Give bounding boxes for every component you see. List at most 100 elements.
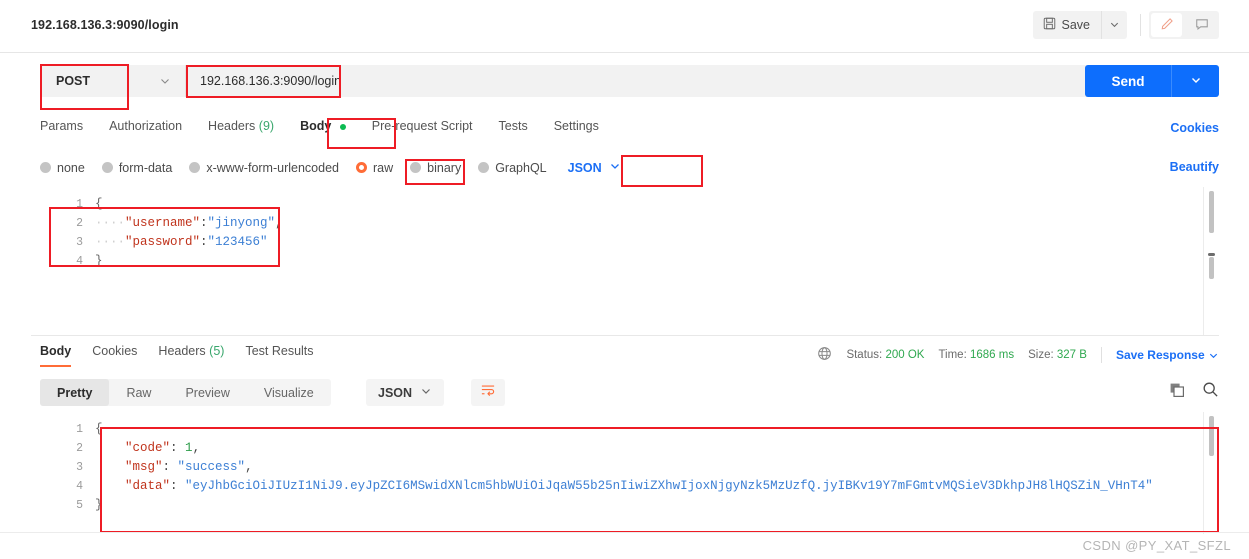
body-type-graphql[interactable]: GraphQL xyxy=(478,161,547,175)
tab-params[interactable]: Params xyxy=(40,119,96,133)
scrollbar-thumb[interactable] xyxy=(1209,191,1214,233)
tab-headers[interactable]: Headers (9) xyxy=(195,119,287,133)
request-editor-scrollbar[interactable] xyxy=(1203,187,1219,335)
response-format-select[interactable]: JSON xyxy=(366,379,445,406)
word-wrap-icon xyxy=(480,383,496,402)
response-tab-cookies[interactable]: Cookies xyxy=(92,344,137,367)
radio-icon xyxy=(410,162,422,173)
response-tab-test-results[interactable]: Test Results xyxy=(245,344,313,367)
code-token: , xyxy=(275,216,283,230)
url-input[interactable] xyxy=(185,65,1118,97)
response-body-code[interactable]: { "code": 1, "msg": "success", "data": "… xyxy=(95,412,1219,534)
code-token: ···· xyxy=(95,216,126,230)
response-tabs: Body Cookies Headers (5) Test Results xyxy=(40,344,335,367)
response-editor-scrollbar[interactable] xyxy=(1203,412,1219,534)
code-token: 1 xyxy=(185,441,193,455)
save-button[interactable]: Save xyxy=(1032,11,1101,39)
chevron-down-icon xyxy=(1208,348,1219,362)
copy-icon[interactable] xyxy=(1169,382,1185,398)
body-type-radio-group: none form-data x-www-form-urlencoded raw… xyxy=(40,158,625,177)
body-modified-dot-icon xyxy=(339,123,346,130)
body-type-none[interactable]: none xyxy=(40,161,85,175)
code-line: { xyxy=(95,420,1219,439)
chevron-down-icon xyxy=(1190,74,1202,89)
response-line-numbers: 1 2 3 4 5 xyxy=(31,412,95,534)
response-body-editor[interactable]: 1 2 3 4 5 { "code": 1, "msg": "success", "da… xyxy=(31,412,1219,534)
request-body-code[interactable]: {····"username":"jinyong", ····"password"… xyxy=(95,187,1219,335)
scrollbar-thumb[interactable] xyxy=(1209,416,1214,456)
tab-label: Headers xyxy=(158,344,206,358)
tab-label: Headers xyxy=(208,119,256,133)
code-token: : xyxy=(170,441,186,455)
size-label: Size: xyxy=(1028,349,1054,361)
code-line: ····"password":"123456" xyxy=(95,233,1219,252)
body-type-raw[interactable]: raw xyxy=(356,161,393,175)
toolbar-divider xyxy=(1140,14,1141,36)
code-token: ···· xyxy=(95,235,126,249)
response-tab-headers[interactable]: Headers (5) xyxy=(158,344,224,367)
save-options-button[interactable] xyxy=(1101,11,1127,39)
code-line: } xyxy=(95,496,1219,515)
line-number: 3 xyxy=(76,461,83,474)
body-type-form-data[interactable]: form-data xyxy=(101,161,172,175)
request-tabs-bar: Params Authorization Headers (9) Body Pr… xyxy=(0,109,1249,149)
cookies-link[interactable]: Cookies xyxy=(1170,121,1219,135)
tab-authorization[interactable]: Authorization xyxy=(96,119,195,133)
search-icon[interactable] xyxy=(1202,381,1219,398)
view-preview[interactable]: Preview xyxy=(168,379,246,406)
body-type-urlencoded[interactable]: x-www-form-urlencoded xyxy=(189,161,339,175)
tab-settings[interactable]: Settings xyxy=(541,119,612,133)
save-button-label: Save xyxy=(1061,18,1091,32)
tab-tests[interactable]: Tests xyxy=(486,119,541,133)
code-token: "username" xyxy=(125,216,201,230)
code-token: "jinyong" xyxy=(207,216,276,230)
code-token: { xyxy=(95,197,103,211)
radio-icon xyxy=(40,162,51,173)
code-line: ····"username":"jinyong", xyxy=(95,214,1219,233)
line-number: 5 xyxy=(76,499,83,512)
scrollbar-thumb-secondary[interactable] xyxy=(1209,257,1214,279)
edit-request-button[interactable] xyxy=(1151,13,1182,37)
body-type-binary[interactable]: binary xyxy=(410,161,461,175)
line-number: 3 xyxy=(76,236,83,249)
comment-icon xyxy=(1195,17,1209,34)
code-token: "msg" xyxy=(125,460,163,474)
http-method-label: POST xyxy=(56,74,91,88)
body-format-select[interactable]: JSON xyxy=(564,158,625,177)
radio-label: none xyxy=(57,160,85,175)
response-tab-body[interactable]: Body xyxy=(40,344,72,367)
view-pretty[interactable]: Pretty xyxy=(40,379,110,406)
comment-button[interactable] xyxy=(1184,11,1219,39)
view-visualize[interactable]: Visualize xyxy=(247,379,331,406)
radio-label: x-www-form-urlencoded xyxy=(206,160,339,175)
tab-label: Test Results xyxy=(245,344,314,358)
http-method-select[interactable]: POST xyxy=(40,65,185,97)
request-body-editor[interactable]: 1234 {····"username":"jinyong", ····"pass… xyxy=(31,187,1219,335)
tab-pre-request-script[interactable]: Pre-request Script xyxy=(359,119,486,133)
save-response-button[interactable]: Save Response xyxy=(1116,348,1219,362)
code-token: , xyxy=(192,441,201,455)
send-options-button[interactable] xyxy=(1171,65,1219,97)
code-line: "msg": "success", xyxy=(95,458,1219,477)
code-token: : xyxy=(170,479,186,493)
view-raw[interactable]: Raw xyxy=(109,379,168,406)
tab-body[interactable]: Body xyxy=(287,119,359,133)
status-code: Status: 200 OK xyxy=(846,349,924,361)
radio-icon xyxy=(101,162,113,173)
postman-window: 192.168.136.3:9090/login Save POST 192.1… xyxy=(0,0,1249,559)
code-line: "data": "eyJhbGciOiJIUzI1NiJ9.eyJpZCI6MS… xyxy=(95,477,1219,496)
tab-label: Body xyxy=(300,119,332,133)
globe-icon xyxy=(817,346,832,364)
request-line-numbers: 1 2 3 4 xyxy=(31,187,95,335)
send-button[interactable]: Send xyxy=(1085,65,1171,97)
beautify-link[interactable]: Beautify xyxy=(1170,160,1219,174)
word-wrap-button[interactable] xyxy=(471,379,505,406)
title-bar: 192.168.136.3:9090/login Save xyxy=(0,0,1249,53)
code-token: : xyxy=(200,216,208,230)
chevron-down-icon xyxy=(609,160,621,175)
code-token: { xyxy=(95,422,103,436)
floppy-disk-icon xyxy=(1043,17,1056,33)
status-value: 200 OK xyxy=(885,349,925,361)
tab-count: (9) xyxy=(258,119,275,133)
request-tabs: Params Authorization Headers (9) Body Pr… xyxy=(40,119,612,133)
